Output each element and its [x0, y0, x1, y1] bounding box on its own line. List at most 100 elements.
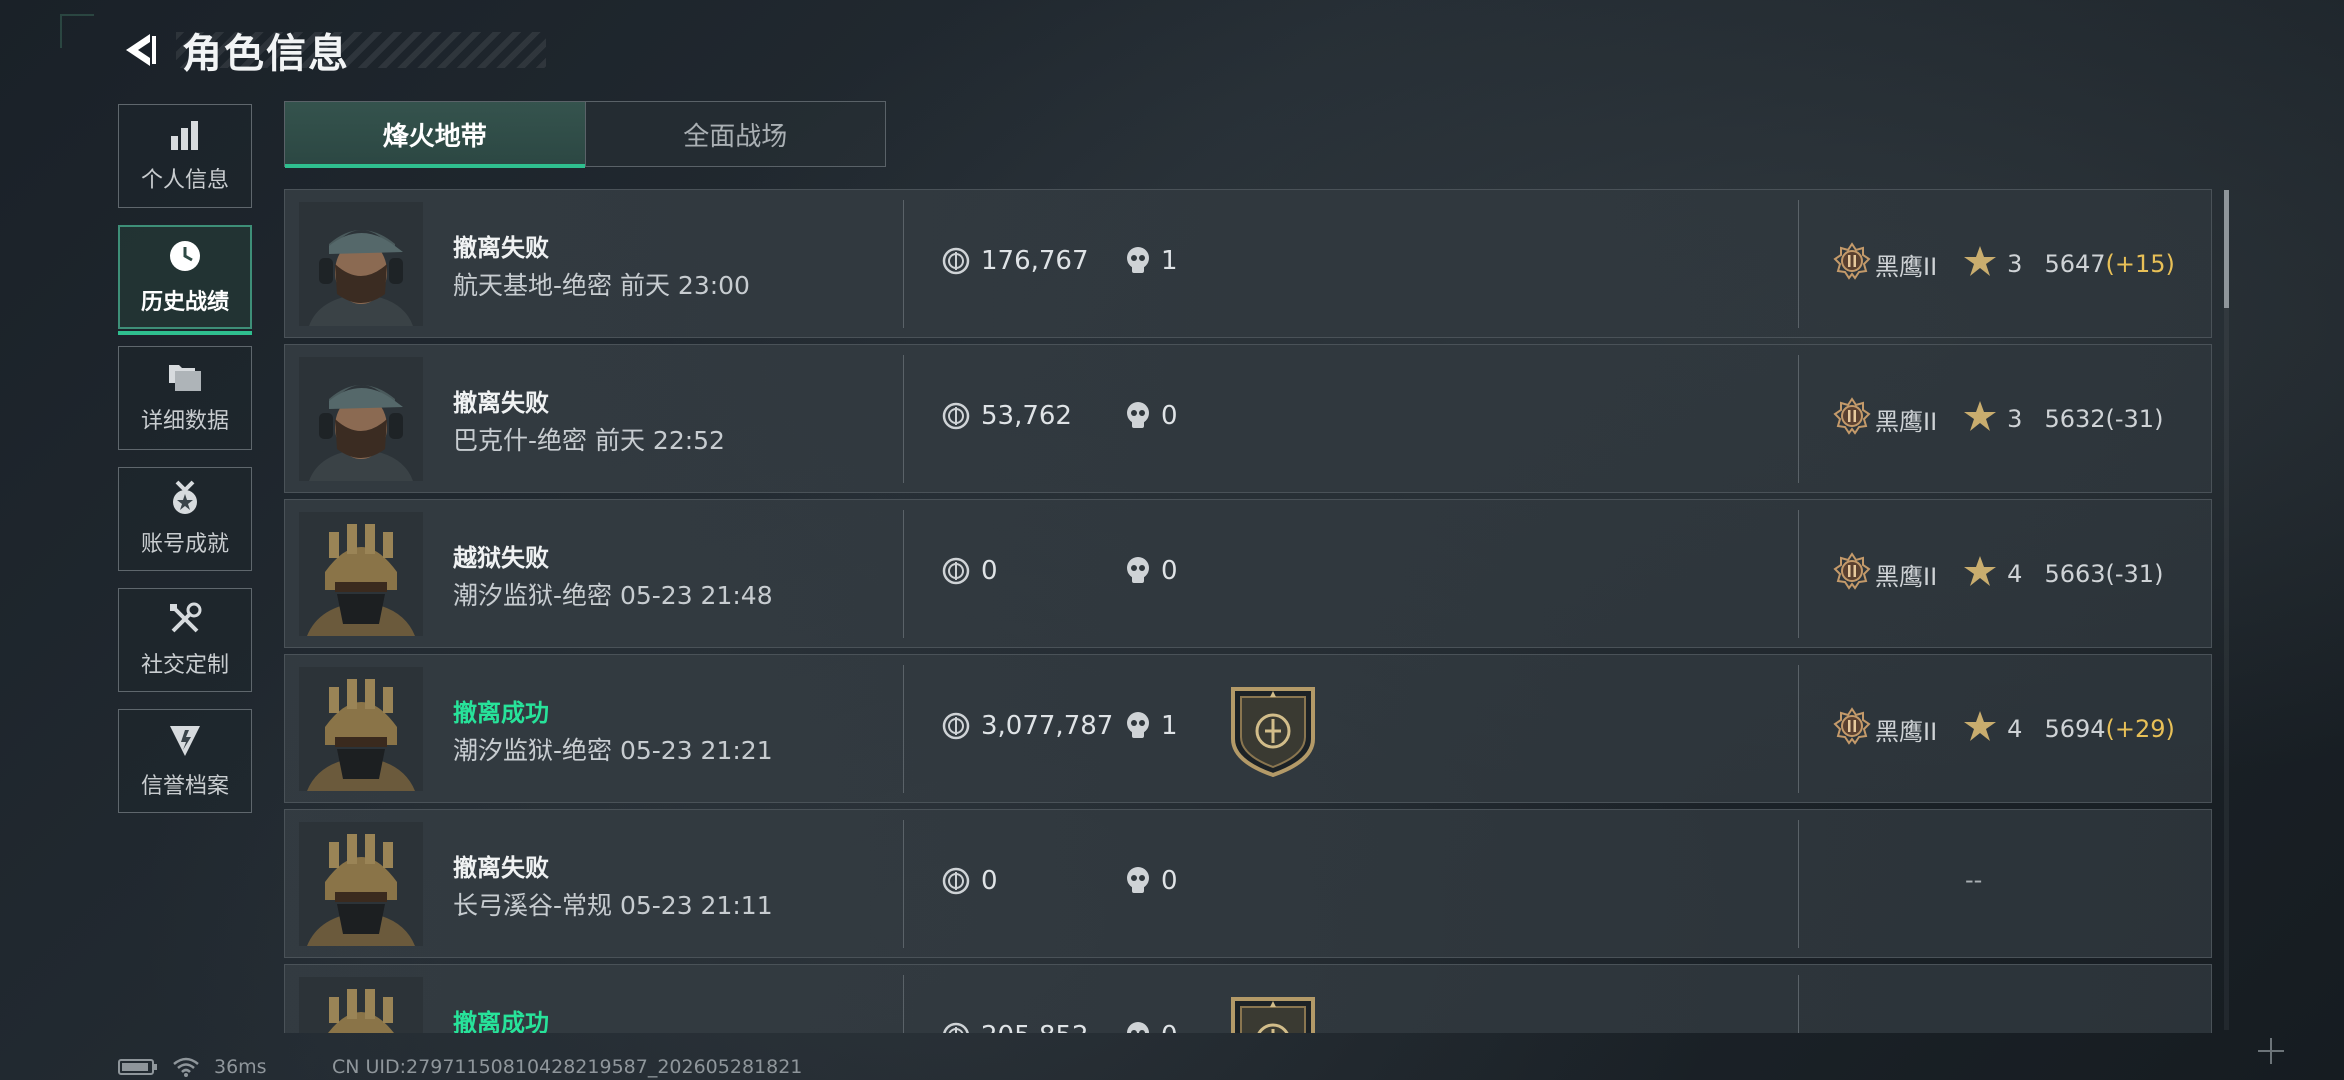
- kills-stat: 0: [1125, 866, 1178, 896]
- star-count: 3: [2007, 405, 2023, 433]
- corner-decoration: [60, 14, 94, 48]
- user-uid: CN UID:27971150810428219587_202605281821: [332, 1056, 803, 1078]
- skull-icon: [1125, 556, 1151, 586]
- map-and-time: 航天基地-绝密 前天 23:00: [453, 271, 750, 300]
- clock-icon: [170, 241, 200, 271]
- star-icon: [1963, 245, 1997, 283]
- kills-value: 0: [1161, 556, 1178, 586]
- kills-value: 0: [1161, 866, 1178, 896]
- page-title: 角色信息: [182, 31, 350, 77]
- rank-info: 黑鹰II 4 5694 (+29): [1833, 707, 2175, 751]
- coin-icon: [941, 246, 971, 276]
- record-row[interactable]: 撤离失败 长弓溪谷-常规 05-23 21:11 0 0 --: [284, 809, 2212, 958]
- money-value: 53,762: [981, 401, 1072, 431]
- result-label: 撤离成功: [453, 1009, 549, 1033]
- money-stat: 3,077,787: [941, 711, 1113, 741]
- match-history-list: 撤离失败 航天基地-绝密 前天 23:00 176,767 1 黑鹰II 3 5647 (+1…: [284, 189, 2212, 1033]
- kills-value: 0: [1161, 1021, 1178, 1033]
- record-row[interactable]: 撤离成功 205,852 0: [284, 964, 2212, 1033]
- skull-icon: [1125, 1021, 1151, 1033]
- coin-icon: [941, 1021, 971, 1033]
- score-delta: (+29): [2105, 715, 2175, 743]
- medal-icon: [173, 480, 197, 514]
- sidebar-item-social-custom[interactable]: 社交定制: [118, 588, 252, 692]
- result-label: 越狱失败: [453, 544, 549, 572]
- sidebar-item-label: 历史战绩: [140, 290, 229, 315]
- sidebar-item-detailed-data[interactable]: 详细数据: [118, 346, 252, 450]
- sidebar-item-personal-info[interactable]: 个人信息: [118, 104, 252, 208]
- star-icon: [1963, 710, 1997, 748]
- skull-icon: [1125, 401, 1151, 431]
- operator-avatar: [299, 667, 423, 791]
- sidebar-item-label: 社交定制: [140, 653, 229, 678]
- divider: [903, 665, 904, 793]
- battery-icon: [118, 1057, 158, 1077]
- operator-avatar: [299, 202, 423, 326]
- shield-icon: [170, 726, 200, 756]
- map-and-time: 巴克什-绝密 前天 22:52: [453, 426, 725, 455]
- score-delta: (-31): [2105, 405, 2164, 433]
- coin-icon: [941, 401, 971, 431]
- record-row[interactable]: 越狱失败 潮汐监狱-绝密 05-23 21:48 0 0 黑鹰II 4 5663 (-31): [284, 499, 2212, 648]
- tab-full-battlefield[interactable]: 全面战场: [584, 102, 886, 166]
- bar-chart-icon: [171, 121, 198, 150]
- rank-emblem-icon: [1833, 242, 1871, 286]
- rank-name: 黑鹰II: [1875, 252, 1938, 281]
- coin-icon: [941, 866, 971, 896]
- skull-icon: [1125, 711, 1151, 741]
- kills-value: 1: [1161, 711, 1178, 741]
- result-label: 撤离失败: [453, 854, 549, 882]
- coin-icon: [941, 556, 971, 586]
- tab-fenghuo-zone[interactable]: 烽火地带: [285, 102, 585, 168]
- ping-value: 36ms: [214, 1056, 267, 1078]
- crosshair-icon: [2258, 1038, 2284, 1064]
- operator-avatar: [299, 357, 423, 481]
- sidebar-item-label: 账号成就: [140, 532, 229, 557]
- star-count: 3: [2007, 250, 2023, 278]
- divider: [1798, 820, 1799, 948]
- money-stat: 0: [941, 866, 998, 896]
- back-arrow-icon: [126, 34, 156, 66]
- money-value: 0: [981, 556, 998, 586]
- divider: [1798, 975, 1799, 1033]
- rank-info: 黑鹰II 4 5663 (-31): [1833, 552, 2163, 596]
- rank-score: 5647: [2044, 250, 2106, 278]
- kills-stat: 1: [1125, 246, 1178, 276]
- kills-stat: 0: [1125, 1021, 1178, 1033]
- rank-emblem-icon: [1833, 397, 1871, 441]
- money-stat: 176,767: [941, 246, 1089, 276]
- result-label: 撤离失败: [453, 389, 549, 417]
- sidebar-item-credit-profile[interactable]: 信誉档案: [118, 709, 252, 813]
- operator-avatar: [299, 822, 423, 946]
- money-value: 176,767: [981, 246, 1089, 276]
- rank-score: 5632: [2044, 405, 2106, 433]
- money-value: 0: [981, 866, 998, 896]
- extraction-badge-icon: [1229, 685, 1317, 778]
- operator-avatar: [299, 512, 423, 636]
- record-row[interactable]: 撤离失败 航天基地-绝密 前天 23:00 176,767 1 黑鹰II 3 5647 (+1…: [284, 189, 2212, 338]
- sidebar-item-label: 信誉档案: [140, 774, 229, 799]
- record-row[interactable]: 撤离失败 巴克什-绝密 前天 22:52 53,762 0 黑鹰II 3 5632 (-31): [284, 344, 2212, 493]
- money-stat: 205,852: [941, 1021, 1089, 1033]
- rank-name: 黑鹰II: [1875, 407, 1938, 436]
- score-delta: (+15): [2105, 250, 2175, 278]
- kills-stat: 1: [1125, 711, 1178, 741]
- kills-value: 1: [1161, 246, 1178, 276]
- rank-info: 黑鹰II 3 5632 (-31): [1833, 397, 2163, 441]
- skull-icon: [1125, 866, 1151, 896]
- money-value: 3,077,787: [981, 711, 1114, 741]
- rank-placeholder: --: [1965, 866, 1983, 894]
- divider: [903, 820, 904, 948]
- rank-name: 黑鹰II: [1875, 717, 1938, 746]
- scrollbar[interactable]: [2224, 190, 2229, 1030]
- rank-score: 5663: [2044, 560, 2106, 588]
- record-row[interactable]: 撤离成功 潮汐监狱-绝密 05-23 21:21 3,077,787 1 黑鹰II 4 56…: [284, 654, 2212, 803]
- scrollbar-thumb[interactable]: [2224, 190, 2229, 308]
- sidebar-item-achievements[interactable]: 账号成就: [118, 467, 252, 571]
- back-button[interactable]: [118, 28, 162, 72]
- score-delta: (-31): [2105, 560, 2164, 588]
- star-icon: [1963, 400, 1997, 438]
- divider: [1798, 200, 1799, 328]
- sidebar-item-match-history[interactable]: 历史战绩: [118, 225, 252, 335]
- result-label: 撤离成功: [453, 699, 549, 727]
